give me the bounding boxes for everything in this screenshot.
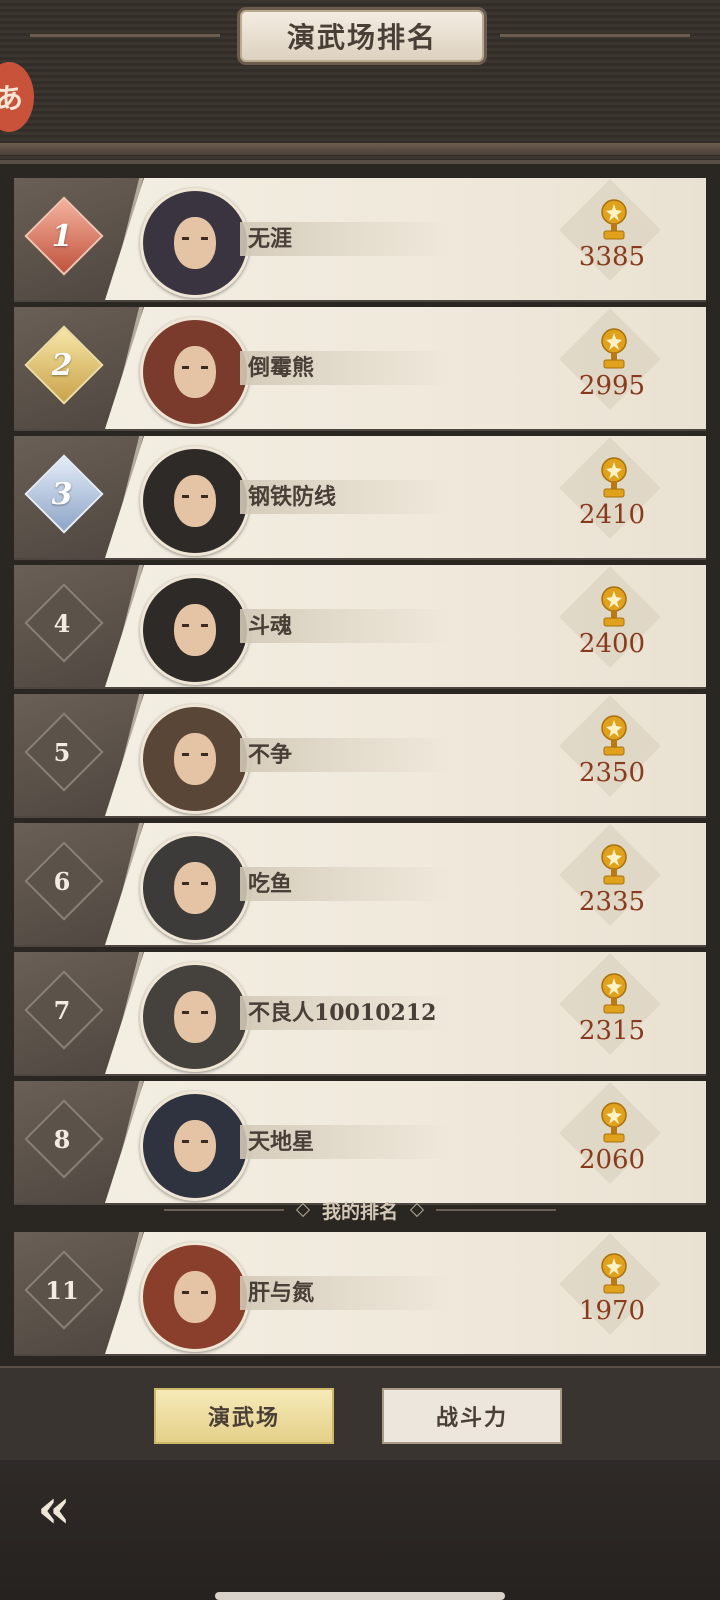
player-name: 吃鱼	[248, 871, 293, 897]
divider-line-right	[436, 1209, 556, 1211]
tab-arena[interactable]: 演武场	[154, 1388, 334, 1444]
rank-number: 1	[51, 218, 73, 254]
silver-mask-avatar[interactable]	[140, 833, 250, 943]
player-score: 1970	[578, 1296, 646, 1326]
rank-row[interactable]: 7 不良人10010212 2315	[14, 952, 706, 1074]
my-rank-label: 我的排名	[321, 1200, 398, 1223]
player-name: 不良人10010212	[248, 1000, 437, 1026]
woman-red-headdress-avatar[interactable]	[140, 317, 250, 427]
my-rank-row-container: 11 肝与氮 1970	[14, 1232, 706, 1361]
hooded-masked-assassin-avatar[interactable]	[140, 188, 250, 298]
tab-combat-power[interactable]: 战斗力	[382, 1388, 562, 1444]
back-arrow-icon[interactable]: «	[14, 1474, 94, 1542]
player-score: 2335	[578, 887, 646, 917]
player-score: 2060	[578, 1145, 646, 1175]
my-rank-row[interactable]: 11 肝与氮 1970	[14, 1232, 706, 1354]
player-name: 天地星	[248, 1129, 315, 1155]
rank-number: 7	[53, 995, 71, 1025]
player-name: 斗魂	[248, 613, 293, 639]
avatar-face	[174, 217, 216, 269]
trophy-icon	[596, 972, 632, 1016]
avatar-face	[174, 733, 216, 785]
avatar-face	[174, 1120, 216, 1172]
rank-number: 4	[53, 608, 71, 638]
title-deco-left	[30, 34, 220, 37]
player-score: 2400	[578, 629, 646, 659]
avatar-face	[174, 991, 216, 1043]
tab-bar: 演武场 战斗力	[0, 1366, 720, 1462]
home-indicator[interactable]	[215, 1592, 505, 1600]
player-name: 不争	[248, 742, 293, 768]
trophy-icon	[596, 1101, 632, 1145]
player-name: 肝与氮	[248, 1280, 315, 1306]
straw-hat-red-mask-avatar[interactable]	[140, 575, 250, 685]
player-score: 2315	[578, 1016, 646, 1046]
divider-diamond-icon	[295, 1202, 311, 1218]
trophy-icon	[596, 327, 632, 371]
rank-row[interactable]: 5 不争 2350	[14, 694, 706, 816]
bearded-warrior-avatar[interactable]	[140, 1242, 250, 1352]
trophy-icon	[596, 843, 632, 887]
headband-man-avatar[interactable]	[140, 1091, 250, 1201]
player-score: 2410	[578, 500, 646, 530]
side-emblem-icon[interactable]: あ	[0, 62, 34, 132]
footer-area	[0, 1460, 720, 1600]
rank-number: 11	[45, 1275, 79, 1305]
trophy-icon	[596, 714, 632, 758]
avatar-face	[174, 346, 216, 398]
straw-hat-red-mask-avatar[interactable]	[140, 446, 250, 556]
rank-number: 5	[53, 737, 71, 767]
divider-diamond-icon	[409, 1202, 425, 1218]
rank-row[interactable]: 1 无涯 3385	[14, 178, 706, 300]
trophy-icon	[596, 585, 632, 629]
divider-line-left	[163, 1209, 284, 1211]
player-name: 钢铁防线	[248, 484, 337, 510]
rank-number: 6	[53, 866, 71, 896]
woman-dark-hair-avatar[interactable]	[140, 704, 250, 814]
my-rank-divider: 我的排名	[0, 1188, 720, 1232]
header-rail	[0, 143, 720, 155]
trophy-icon	[596, 456, 632, 500]
rank-row[interactable]: 2 倒霉熊 2995	[14, 307, 706, 429]
trophy-icon	[596, 198, 632, 242]
rank-number: 2	[51, 347, 73, 383]
avatar-face	[174, 1271, 216, 1323]
player-name: 倒霉熊	[248, 355, 315, 381]
ranking-list: 1 无涯 3385 2 倒霉熊 2995 3 钢铁防线 2410 4 斗魂 2400 5 不争 2350 6 吃…	[14, 178, 706, 1210]
rank-row[interactable]: 8 天地星 2060	[14, 1081, 706, 1203]
rank-row[interactable]: 3 钢铁防线 2410	[14, 436, 706, 558]
rank-row[interactable]: 4 斗魂 2400	[14, 565, 706, 687]
player-score: 3385	[578, 242, 646, 272]
avatar-face	[174, 604, 216, 656]
avatar-face	[174, 862, 216, 914]
avatar-face	[174, 475, 216, 527]
rank-number: 8	[53, 1124, 71, 1154]
player-score: 2995	[578, 371, 646, 401]
rank-row[interactable]: 6 吃鱼 2335	[14, 823, 706, 945]
player-name: 无涯	[248, 226, 293, 252]
rank-number: 3	[51, 476, 73, 512]
top-header-bar: 演武场排名 あ	[0, 0, 720, 164]
player-score: 2350	[578, 758, 646, 788]
trophy-icon	[596, 1252, 632, 1296]
white-opera-mask-avatar[interactable]	[140, 962, 250, 1072]
page-title: 演武场排名	[240, 10, 484, 62]
title-deco-right	[500, 34, 690, 37]
